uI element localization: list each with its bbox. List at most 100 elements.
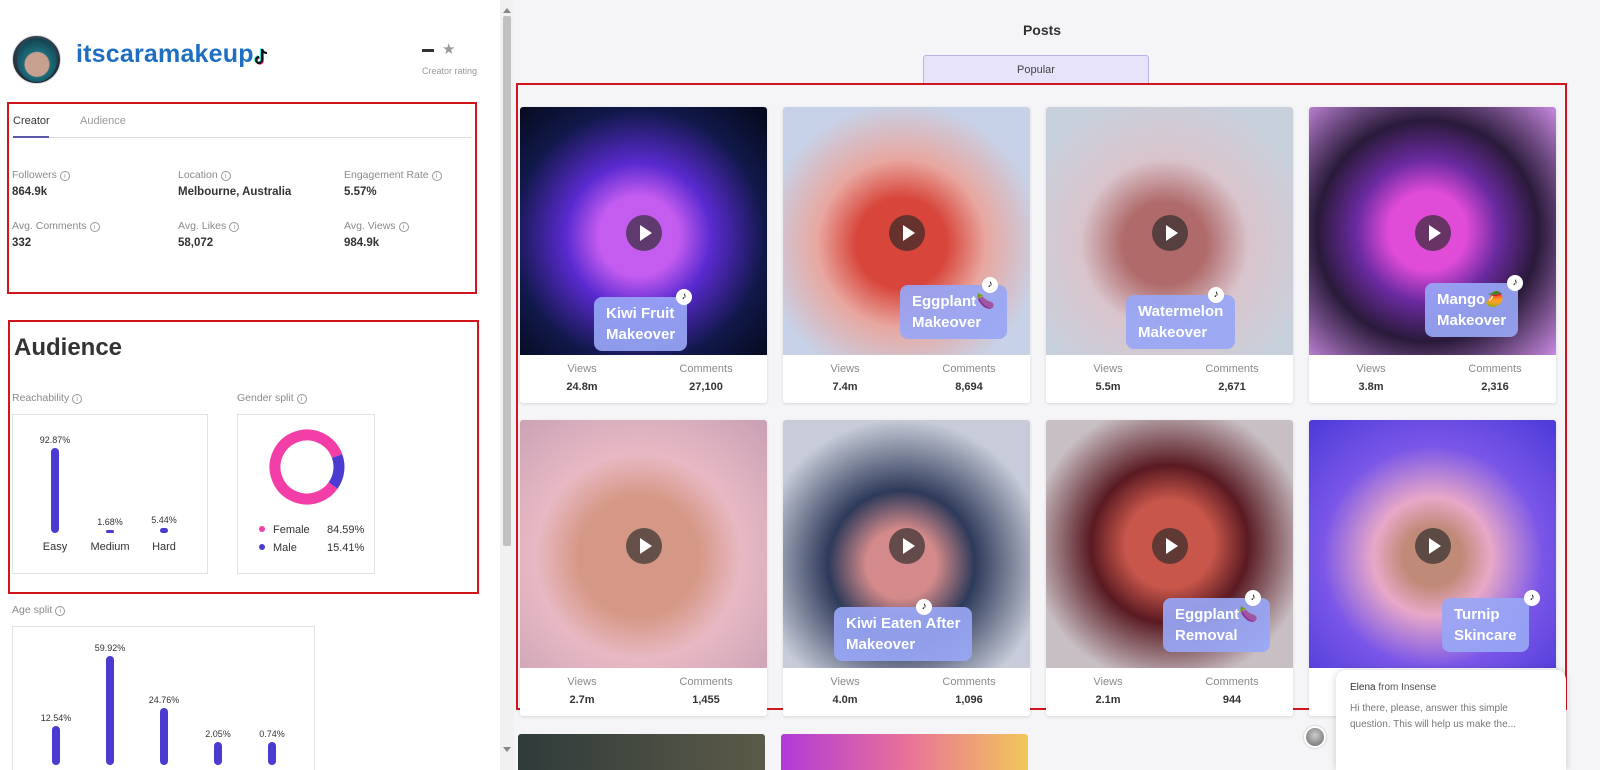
info-icon[interactable]: i (296, 394, 307, 404)
scroll-down-icon[interactable] (503, 747, 511, 752)
info-icon[interactable]: i (55, 606, 66, 616)
posts-grid: Kiwi Fruit Makeover ♪ Views 24.8m Comments 27,… (516, 83, 1567, 716)
views-label: Views (567, 363, 597, 375)
post-card[interactable]: Watermelon Makeover ♪ Views 5.5m Comments 2,67… (1046, 107, 1293, 403)
reach-bar (51, 447, 59, 533)
age-bar (160, 708, 168, 765)
stat-location: Location i Melbourne, Australia (178, 169, 291, 198)
creator-rating-label: Creator rating (422, 66, 478, 76)
caption-line-2: Skincare (1454, 627, 1517, 644)
star-icon[interactable]: ★ (442, 40, 455, 58)
info-icon[interactable]: i (229, 222, 240, 232)
play-icon[interactable] (626, 215, 662, 251)
comments-label: Comments (942, 363, 996, 375)
views-value: 5.5m (1095, 381, 1121, 393)
gender-split-chart: Female 84.59% Male 15.41% (237, 414, 375, 574)
tab-audience[interactable]: Audience (80, 115, 126, 127)
post-card[interactable]: Kiwi Eaten After Makeover ♪ Views 4.0m Commen… (783, 420, 1030, 716)
legend-male: Male 15.41% (259, 542, 364, 554)
views-label: Views (830, 676, 860, 688)
chat-agent-name: Elena from Insense (1350, 682, 1437, 693)
caption-line-1: Kiwi Fruit (606, 305, 675, 322)
info-icon[interactable]: i (220, 171, 231, 181)
tiktok-badge-icon: ♪ (982, 277, 998, 293)
age-bar (52, 726, 60, 765)
play-icon[interactable] (1415, 215, 1451, 251)
info-icon[interactable]: i (398, 222, 409, 232)
info-icon[interactable]: i (89, 222, 100, 232)
audience-title: Audience (14, 334, 123, 361)
comments-value: 1,096 (955, 694, 983, 706)
info-icon[interactable]: i (59, 171, 70, 181)
post-card[interactable]: Eggplant🍆 Makeover ♪ Views 7.4m Comments 8,694 (783, 107, 1030, 403)
creator-rating-value (422, 49, 434, 52)
age-bar-value: 24.76% (148, 695, 180, 706)
reach-bar-value: 1.68% (97, 517, 123, 527)
post-card[interactable]: Mango🥭 Makeover ♪ Views 3.8m Comments 2,316 (1309, 107, 1556, 403)
play-icon[interactable] (626, 528, 662, 564)
play-icon[interactable] (1152, 215, 1188, 251)
left-panel-scrollbar[interactable] (500, 0, 514, 770)
reachability-label: Reachability i (12, 392, 83, 404)
stat-avg-comments: Avg. Comments i 332 (12, 220, 100, 249)
views-value: 24.8m (566, 381, 598, 393)
comments-value: 27,100 (689, 381, 723, 393)
stat-value: 864.9k (12, 186, 48, 198)
post-card[interactable]: Eggplant🍆 Removal ♪ Views 2.1m Comments 944 (1046, 420, 1293, 716)
stat-value: 5.57% (344, 186, 377, 198)
comments-label: Comments (942, 676, 996, 688)
post-card[interactable]: Kiwi Fruit Makeover ♪ Views 24.8m Comments 27,… (520, 107, 767, 403)
tab-popular[interactable]: Popular (923, 55, 1149, 83)
stat-value: Melbourne, Australia (178, 186, 292, 198)
age-bar (268, 742, 276, 765)
caption-line-2: Makeover (606, 326, 676, 343)
reach-bar (106, 530, 114, 533)
play-icon[interactable] (889, 215, 925, 251)
stat-value: 984.9k (344, 237, 380, 249)
scroll-up-icon[interactable] (503, 8, 511, 13)
caption-line-2: Makeover (1437, 312, 1507, 329)
post-caption: Kiwi Eaten After Makeover (834, 607, 973, 661)
gender-donut (269, 429, 345, 505)
post-card[interactable]: Views 2.7m Comments 1,455 (520, 420, 767, 716)
chat-widget[interactable]: Elena from Insense Hi there, please, ans… (1336, 670, 1566, 770)
post-caption: Eggplant🍆 Makeover (900, 285, 1007, 339)
info-icon[interactable]: i (431, 171, 442, 181)
tiktok-badge-icon: ♪ (1507, 275, 1523, 291)
reach-bar-category: Hard (152, 541, 176, 553)
reachability-chart: 92.87% Easy 1.68% Medium 5.44% Hard (12, 414, 208, 574)
stat-followers: Followers i 864.9k (12, 169, 70, 198)
post-caption: Mango🥭 Makeover (1425, 283, 1519, 337)
scrollbar-thumb[interactable] (503, 16, 511, 546)
play-icon[interactable] (889, 528, 925, 564)
play-icon[interactable] (1415, 528, 1451, 564)
views-label: Views (1093, 363, 1123, 375)
gender-split-label: Gender split i (237, 392, 307, 404)
chat-agent-avatar[interactable] (1304, 726, 1326, 748)
tiktok-badge-icon: ♪ (916, 599, 932, 615)
stat-label: Followers (12, 169, 57, 181)
stat-label: Location (178, 169, 218, 181)
info-icon[interactable]: i (72, 394, 83, 404)
views-value: 3.8m (1358, 381, 1384, 393)
post-card-partial[interactable] (781, 734, 1028, 770)
views-value: 4.0m (832, 694, 858, 706)
views-value: 2.7m (569, 694, 595, 706)
views-value: 2.1m (1095, 694, 1121, 706)
reach-bar-category: Medium (90, 541, 130, 553)
reach-bar-category: Easy (42, 541, 68, 553)
caption-line-1: Mango🥭 (1437, 291, 1505, 308)
tiktok-badge-icon: ♪ (1245, 590, 1261, 606)
comments-label: Comments (1205, 676, 1259, 688)
views-label: Views (1356, 363, 1386, 375)
stat-value: 58,072 (178, 237, 214, 249)
reach-bar-value: 5.44% (151, 514, 177, 525)
play-icon[interactable] (1152, 528, 1188, 564)
comments-label: Comments (679, 363, 733, 375)
creator-username[interactable]: itscaramakeup (76, 40, 254, 69)
comments-value: 1,455 (692, 694, 720, 706)
tab-creator[interactable]: Creator (13, 115, 50, 127)
comments-value: 944 (1222, 694, 1242, 706)
views-label: Views (1093, 676, 1123, 688)
post-card-partial[interactable] (518, 734, 765, 770)
